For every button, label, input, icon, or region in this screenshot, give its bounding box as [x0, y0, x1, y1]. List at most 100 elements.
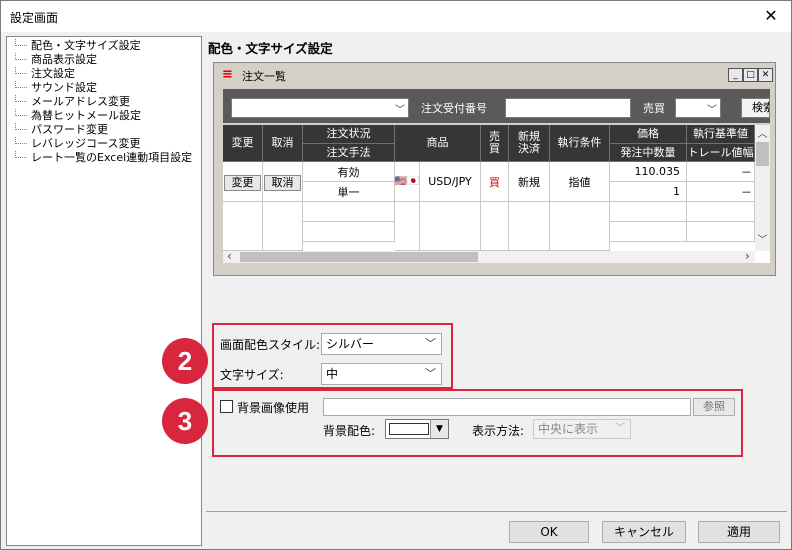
color-style-label: 画面配色スタイル:	[220, 338, 321, 352]
side-label: 売買	[643, 102, 665, 115]
bg-image-label: 背景画像使用	[237, 401, 310, 415]
separator	[206, 511, 787, 512]
header-new-settle: 新規決済	[509, 125, 550, 162]
tree-item-label: メールアドレス変更	[31, 95, 130, 108]
minimize-icon[interactable]: _	[728, 68, 743, 82]
tree-item-order[interactable]: 注文設定	[15, 67, 75, 81]
display-method-value: 中央に表示	[538, 422, 599, 436]
header-side: 売買	[481, 125, 509, 162]
tree-item-email[interactable]: メールアドレス変更	[15, 95, 130, 109]
cell-price: 110.035	[610, 162, 687, 182]
browse-button[interactable]: 参照	[693, 398, 735, 416]
tree-item-label: サウンド設定	[31, 81, 97, 94]
tree-connector	[15, 53, 27, 60]
header-product: 商品	[395, 125, 481, 162]
preview-close-icon[interactable]: ✕	[758, 68, 773, 82]
header-cancel: 取消	[263, 125, 303, 162]
bg-color-select[interactable]: ▼	[385, 419, 449, 439]
preview-window: ≡ 注文一覧 _ □ ✕ ﹀ 注文受付番号 売買 ﹀ 検索 変更 取消 注文状況…	[213, 62, 776, 276]
order-no-label: 注文受付番号	[421, 102, 487, 115]
chevron-down-icon: ﹀	[615, 423, 625, 434]
chevron-down-icon: ﹀	[707, 105, 717, 116]
tree-connector	[15, 95, 27, 102]
order-list-icon: ≡	[222, 67, 233, 82]
close-icon[interactable]: ✕	[759, 5, 783, 27]
color-style-select[interactable]: シルバー ﹀	[321, 333, 442, 355]
tree-item-label: 配色・文字サイズ設定	[31, 39, 141, 52]
order-no-input[interactable]	[505, 98, 631, 118]
side-select[interactable]: ﹀	[675, 98, 721, 118]
empty-cell	[395, 202, 420, 251]
header-trail: トレール値幅	[687, 144, 755, 162]
tree-item-fx-hit-mail[interactable]: 為替ヒットメール設定	[15, 109, 141, 123]
font-size-label: 文字サイズ:	[220, 368, 284, 382]
font-size-value: 中	[326, 367, 339, 381]
row-cancel-button[interactable]: 取消	[264, 175, 301, 191]
tree-item-label: 注文設定	[31, 67, 75, 80]
scroll-right-icon[interactable]: ›	[745, 249, 750, 263]
cell-new-settle: 新規	[509, 162, 550, 202]
cell-trail: －	[687, 182, 755, 202]
settings-window: 設定画面 ✕ 配色・文字サイズ設定 商品表示設定 注文設定 サウンド設定 メール…	[0, 0, 792, 550]
cancel-button[interactable]: キャンセル	[602, 521, 686, 543]
ok-button[interactable]: OK	[509, 521, 589, 543]
step-badge-3: 3	[162, 398, 208, 444]
color-style-value: シルバー	[326, 337, 375, 351]
maximize-icon[interactable]: □	[743, 68, 758, 82]
empty-cell	[550, 202, 610, 251]
scroll-thumb[interactable]	[756, 142, 769, 166]
title-bar: 設定画面 ✕	[1, 1, 791, 32]
row-change-button[interactable]: 変更	[224, 175, 261, 191]
tree-connector	[15, 39, 27, 46]
preview-title-bar: ≡ 注文一覧 _ □ ✕	[216, 65, 773, 85]
header-price: 価格	[610, 125, 687, 144]
display-method-select[interactable]: 中央に表示 ﹀	[533, 419, 631, 439]
scroll-left-icon[interactable]: ‹	[227, 249, 232, 263]
tree-item-leverage[interactable]: レバレッジコース変更	[15, 137, 140, 151]
empty-cell	[509, 202, 550, 251]
tree-connector	[15, 81, 27, 88]
horizontal-scrollbar[interactable]: ‹ ›	[223, 249, 755, 263]
scroll-up-icon[interactable]: ︿	[755, 125, 770, 140]
dropdown-arrow-icon: ▼	[430, 420, 448, 438]
settings-tree: 配色・文字サイズ設定 商品表示設定 注文設定 サウンド設定 メールアドレス変更 …	[6, 36, 202, 546]
tree-item-color-font[interactable]: 配色・文字サイズ設定	[15, 39, 141, 53]
font-size-select[interactable]: 中 ﹀	[321, 363, 442, 385]
product-filter-select[interactable]: ﹀	[231, 98, 409, 118]
empty-cell	[303, 202, 395, 222]
tree-connector	[15, 151, 27, 158]
panel-title: 配色・文字サイズ設定	[208, 41, 333, 56]
empty-cell	[303, 222, 395, 242]
preview-title: 注文一覧	[242, 70, 286, 83]
tree-item-excel[interactable]: レート一覧のExcel連動項目設定	[15, 151, 192, 165]
scroll-down-icon[interactable]: ﹀	[755, 231, 770, 246]
step-badge-2: 2	[162, 338, 208, 384]
empty-cell	[223, 202, 263, 251]
header-qty: 発注中数量	[610, 144, 687, 162]
preview-toolbar: ﹀ 注文受付番号 売買 ﹀ 検索	[223, 89, 770, 123]
search-button[interactable]: 検索	[741, 98, 770, 118]
empty-cell	[263, 202, 303, 251]
vertical-scrollbar[interactable]: ︿ ﹀	[755, 125, 770, 251]
header-method: 注文手法	[303, 144, 395, 162]
header-status: 注文状況	[303, 125, 395, 144]
apply-button[interactable]: 適用	[698, 521, 780, 543]
order-grid: 変更 取消 注文状況 注文手法 商品 売買 新規決済 執行条件 価格 発注中数量…	[223, 125, 770, 263]
chevron-down-icon: ﹀	[395, 105, 405, 116]
tree-item-product-display[interactable]: 商品表示設定	[15, 53, 97, 67]
empty-cell	[481, 202, 509, 251]
cell-side: 買	[481, 162, 509, 202]
chevron-down-icon: ﹀	[425, 337, 436, 350]
tree-item-label: パスワード変更	[31, 123, 108, 136]
tree-item-label: 為替ヒットメール設定	[31, 109, 141, 122]
cell-qty: 1	[610, 182, 687, 202]
tree-item-sound[interactable]: サウンド設定	[15, 81, 97, 95]
tree-connector	[15, 137, 27, 144]
cell-product: USD/JPY	[420, 162, 481, 202]
hscroll-thumb[interactable]	[240, 252, 478, 262]
bg-image-path-input[interactable]	[323, 398, 691, 416]
tree-item-password[interactable]: パスワード変更	[15, 123, 108, 137]
bg-image-checkbox[interactable]	[220, 400, 233, 413]
tree-connector	[15, 123, 27, 130]
tree-item-label: レート一覧のExcel連動項目設定	[31, 151, 193, 164]
